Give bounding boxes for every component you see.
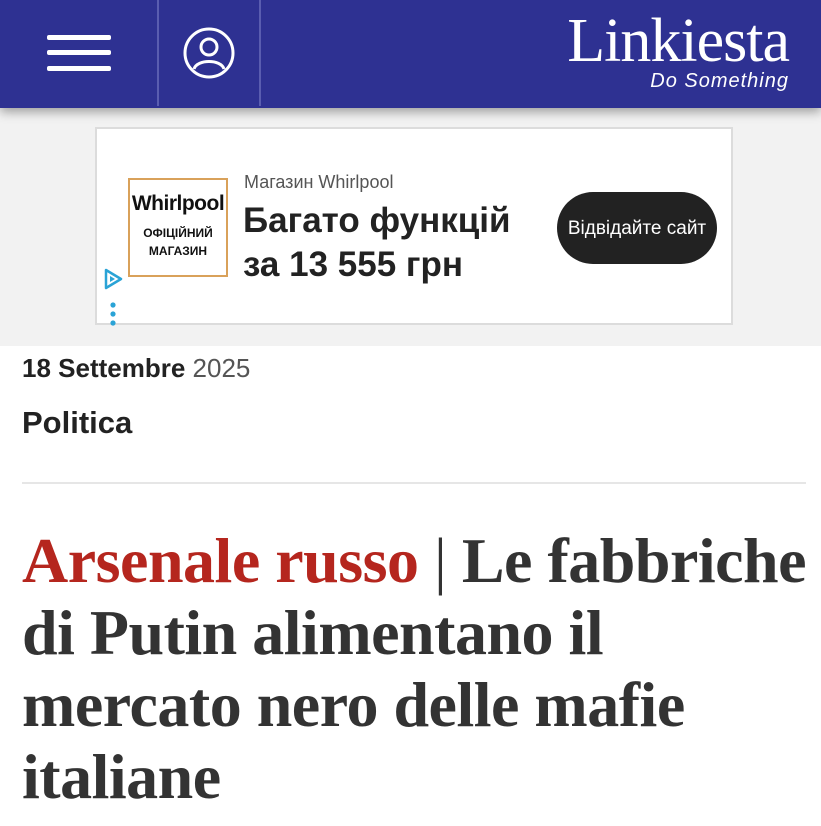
article-category-link[interactable]: Politica: [22, 405, 132, 441]
ad-controls: [101, 267, 125, 327]
ad-brand-logo[interactable]: Whirlpool ОФІЦІЙНИЙ МАГАЗИН: [128, 178, 228, 277]
account-button[interactable]: [159, 0, 261, 106]
user-account-icon: [183, 27, 235, 79]
ad-logo-subtitle: ОФІЦІЙНИЙ МАГАЗИН: [130, 224, 226, 260]
more-options-icon[interactable]: [101, 300, 125, 328]
adchoices-icon[interactable]: [101, 267, 125, 291]
menu-button[interactable]: [0, 0, 159, 106]
ad-logo-sub-line2: МАГАЗИН: [148, 244, 208, 258]
article-date-day-month: 18 Settembre: [22, 353, 186, 383]
divider: [22, 482, 806, 484]
ad-headline[interactable]: Багато функцій за 13 555 грн: [243, 199, 543, 287]
logo-wordmark: Linkiesta: [567, 7, 790, 75]
ad-store-label[interactable]: Магазин Whirlpool: [244, 172, 393, 193]
site-header: Linkiesta Do Something: [0, 0, 821, 108]
ad-visit-site-button[interactable]: Відвідайте сайт: [557, 192, 717, 264]
article-date: 18 Settembre 2025: [22, 353, 250, 384]
site-logo[interactable]: Linkiesta Do Something: [567, 7, 790, 93]
ad-banner[interactable]: Whirlpool ОФІЦІЙНИЙ МАГАЗИН Магазин Whir…: [95, 127, 733, 327]
ad-logo-brand: Whirlpool: [131, 192, 225, 215]
article-kicker: Arsenale russo: [22, 525, 419, 596]
title-separator: |: [434, 525, 447, 596]
ad-banner-area: Whirlpool ОФІЦІЙНИЙ МАГАЗИН Магазин Whir…: [0, 108, 821, 346]
hamburger-menu-icon: [46, 33, 111, 73]
ad-logo-sub-line1: ОФІЦІЙНИЙ: [143, 226, 213, 240]
article-date-year: 2025: [192, 353, 251, 383]
article-title: Arsenale russo | Le fabbriche di Putin a…: [22, 525, 812, 813]
